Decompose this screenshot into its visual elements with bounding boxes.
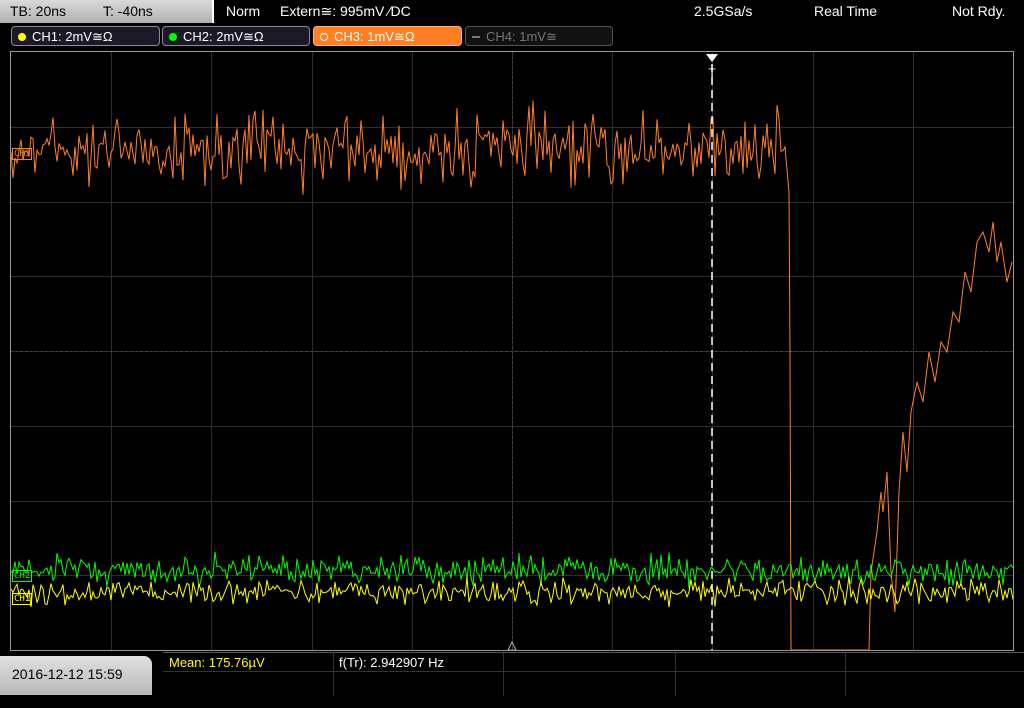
ch2-tab[interactable]: CH2: 2mV≅Ω (162, 26, 310, 46)
waveform-svg: T (11, 52, 1013, 650)
top-status-bar: TB: 20ns T: -40ns Norm Extern≅: 995mV ⁄D… (0, 0, 1024, 24)
measurement-divider (503, 653, 504, 696)
trigger-source[interactable]: Extern≅: 995mV ⁄DC (280, 0, 411, 23)
frequency-measurement[interactable]: f(Tr): 2.942907 Hz (339, 655, 444, 671)
mean-measurement[interactable]: Mean: 175.76µV (169, 655, 265, 671)
ch1-indicator-icon (18, 33, 26, 41)
ch1-tab[interactable]: CH1: 2mV≅Ω (11, 26, 160, 46)
date-time: 2016-12-12 15:59 (12, 666, 123, 682)
run-status: Not Rdy. (952, 3, 1006, 19)
ch2-offset-marker[interactable]: CH2 (12, 570, 33, 582)
ch3-tab[interactable]: CH3: 1mV≅Ω (313, 26, 462, 46)
date-time-box[interactable]: 2016-12-12 15:59 (0, 656, 152, 695)
ch3-waveform (11, 100, 1013, 650)
acquisition-mode: Real Time (814, 3, 878, 19)
ch1-label: CH1: 2mV≅Ω (32, 29, 113, 44)
ch2-indicator-icon (169, 33, 177, 41)
ch4-label: CH4: 1mV≅ (486, 29, 557, 44)
bottom-bar: 2016-12-12 15:59 Mean: 175.76µV f(Tr): 2… (0, 652, 1024, 696)
measurement-panel: Mean: 175.76µV f(Tr): 2.942907 Hz (163, 652, 1024, 696)
sample-rate: 2.5GSa/s (694, 3, 753, 19)
trigger-time-readout[interactable]: T: -40ns (103, 0, 153, 23)
timebase-readout[interactable]: TB: 20ns (10, 0, 66, 23)
ch2-label: CH2: 2mV≅Ω (183, 29, 264, 44)
waveform-display[interactable]: T CH3 CH2 CH1 (10, 51, 1014, 651)
ch3-indicator-icon (320, 33, 328, 41)
ch4-indicator-icon (472, 36, 480, 38)
timebase-panel[interactable]: TB: 20ns T: -40ns (0, 0, 214, 23)
measurement-divider (333, 653, 334, 696)
ch3-label: CH3: 1mV≅Ω (334, 29, 415, 44)
trigger-mode[interactable]: Norm (226, 0, 260, 23)
measurement-divider (675, 653, 676, 696)
channel-bar: CH1: 2mV≅Ω CH2: 2mV≅Ω CH3: 1mV≅Ω CH4: 1m… (0, 24, 1024, 50)
trigger-arrow-icon[interactable] (706, 54, 718, 62)
ch4-tab[interactable]: CH4: 1mV≅ (465, 26, 613, 46)
measurement-divider (845, 653, 846, 696)
ch1-offset-marker[interactable]: CH1 (12, 593, 33, 605)
measurement-divider (163, 671, 1024, 672)
ch3-offset-marker[interactable]: CH3 (12, 148, 33, 160)
trigger-marker-label: T (708, 66, 716, 80)
